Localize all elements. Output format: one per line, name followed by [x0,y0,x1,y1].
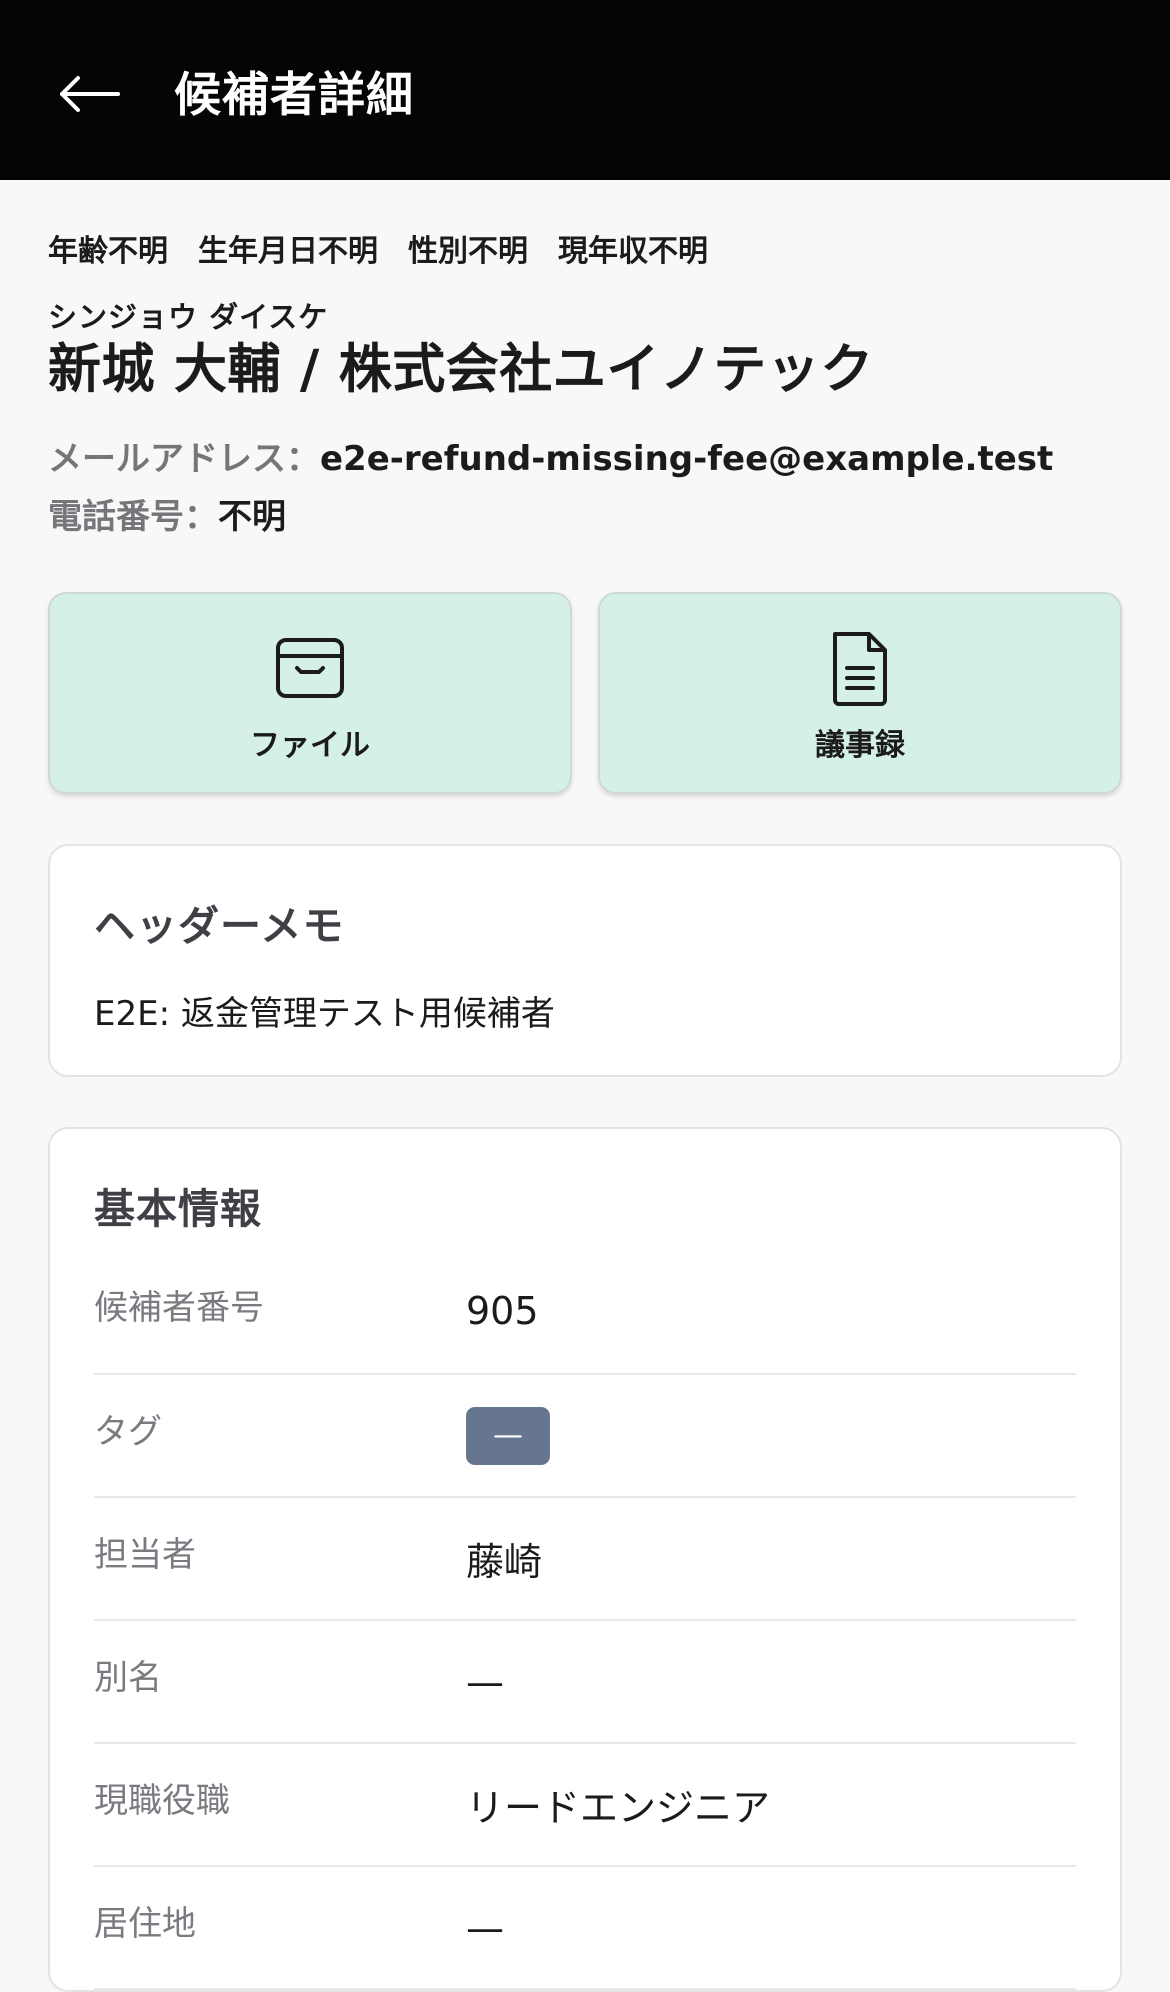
phone-label: 電話番号： [48,497,218,537]
info-row-tag: タグ — [94,1375,1076,1498]
email-value[interactable]: e2e-refund-missing-fee@example.test [320,439,1053,479]
gender-meta: 性別不明 [408,234,528,269]
info-row-alias: 別名 — [94,1621,1076,1744]
top-app-bar: 候補者詳細 [0,0,1170,180]
header-memo-text: E2E: 返金管理テスト用候補者 [94,994,555,1034]
candidate-kana: シンジョウ ダイスケ [48,300,329,334]
info-row-current-position: 現職役職 リードエンジニア [94,1744,1076,1867]
income-meta: 現年収不明 [558,234,708,269]
owner-value: 藤崎 [466,1540,543,1584]
alias-value: — [466,1659,504,1704]
file-button-label: ファイル [250,728,370,763]
email-row: メールアドレス：e2e-refund-missing-fee@example.t… [48,430,1122,488]
info-row-residence: 居住地 — [94,1867,1076,1990]
alias-label: 別名 [94,1658,162,1698]
email-label: メールアドレス： [48,439,320,479]
owner-label: 担当者 [94,1535,196,1575]
candidate-name-company: 新城 大輔 / 株式会社ユイノテック [48,339,874,400]
header-memo-title: ヘッダーメモ [94,902,345,950]
basic-info-title: 基本情報 [94,1185,262,1233]
tag-badge[interactable]: — [466,1406,550,1465]
phone-row: 電話番号：不明 [48,488,1122,546]
file-button[interactable]: ファイル [48,592,572,794]
candidate-meta: 年齢不明 生年月日不明 性別不明 現年収不明 [48,226,1122,270]
minutes-button-label: 議事録 [815,728,905,763]
current-position-value: リードエンジニア [466,1786,771,1830]
basic-info-card: 基本情報 候補者番号 905 タグ — 担当者 藤崎 別名 — 現職役職 リード… [48,1127,1122,1992]
residence-value: — [466,1905,504,1950]
contact-info: メールアドレス：e2e-refund-missing-fee@example.t… [48,430,1122,546]
age-meta: 年齢不明 [48,234,168,269]
header-memo-card: ヘッダーメモ E2E: 返金管理テスト用候補者 [48,844,1122,1077]
residence-label: 居住地 [94,1904,196,1944]
candidate-number-label: 候補者番号 [94,1287,264,1328]
phone-value: 不明 [218,497,286,537]
tag-label: タグ [94,1412,162,1452]
current-position-label: 現職役職 [94,1781,230,1821]
candidate-number-value: 905 [466,1289,539,1333]
folder-icon [276,638,344,698]
back-arrow-icon[interactable] [58,74,122,114]
action-buttons: ファイル 議事録 [48,592,1122,794]
birthdate-meta: 生年月日不明 [198,234,378,269]
info-row-owner: 担当者 藤崎 [94,1498,1076,1621]
info-row-candidate-number: 候補者番号 905 [94,1249,1076,1375]
page-title: 候補者詳細 [174,67,414,123]
document-icon [833,632,887,706]
minutes-button[interactable]: 議事録 [598,592,1122,794]
candidate-detail: 年齢不明 生年月日不明 性別不明 現年収不明 シンジョウ ダイスケ 新城 大輔 … [0,180,1170,1992]
